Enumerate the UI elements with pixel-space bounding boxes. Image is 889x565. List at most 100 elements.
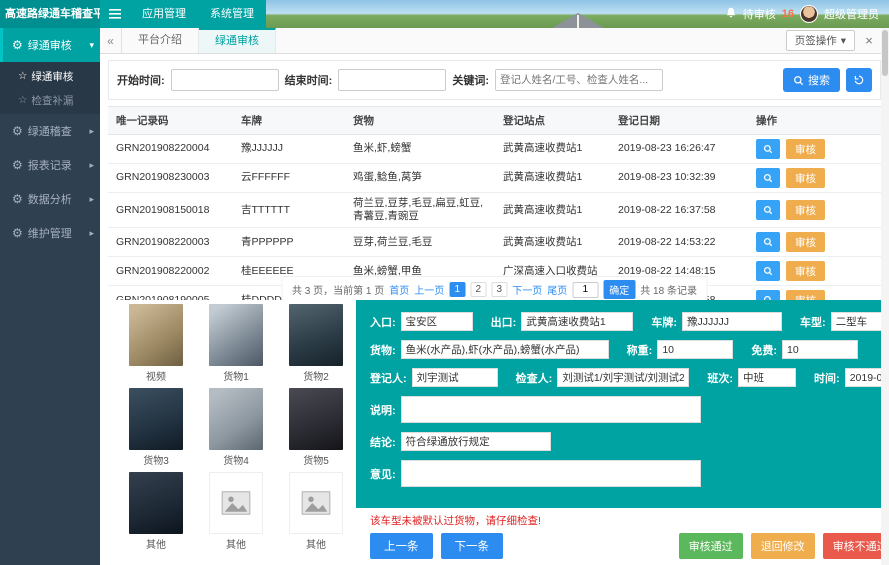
- scrollbar-thumb[interactable]: [882, 30, 888, 76]
- return-modify-button[interactable]: 退回修改: [750, 533, 815, 559]
- cell-record-code: GRN201908230003: [108, 163, 233, 193]
- cell-record-code: GRN201908220003: [108, 227, 233, 258]
- image-placeholder-icon[interactable]: [209, 472, 263, 534]
- exit-field[interactable]: [521, 312, 634, 331]
- image-placeholder-icon[interactable]: [289, 472, 343, 534]
- sidebar-item-green-inspect[interactable]: ⚙ 绿通稽查 ▸: [0, 114, 100, 148]
- entrance-field[interactable]: [400, 312, 473, 331]
- sidebar-item-label: 数据分析: [27, 194, 72, 206]
- weight-field[interactable]: [657, 340, 734, 359]
- submenu-item-label: 检查补漏: [31, 94, 74, 107]
- keyword-input[interactable]: [495, 69, 664, 91]
- bell-icon[interactable]: [725, 7, 737, 22]
- tab-green-review[interactable]: 绿通审核: [199, 28, 276, 53]
- goods-photo-thumbnail[interactable]: [129, 388, 183, 450]
- review-button[interactable]: 审核: [786, 200, 825, 221]
- registrar-field[interactable]: [411, 368, 498, 387]
- goto-page-input[interactable]: [572, 281, 599, 298]
- review-button[interactable]: 审核: [786, 232, 825, 253]
- next-page-link[interactable]: 下一页: [512, 282, 542, 297]
- view-record-button[interactable]: [756, 168, 780, 188]
- vertical-scrollbar[interactable]: [881, 28, 889, 565]
- col-goods: 货物: [345, 106, 495, 135]
- pending-review-label[interactable]: 待审核: [743, 6, 776, 22]
- cell-goods: 荷兰豆,豆芽,毛豆,扁豆,虹豆,青薯豆,青豌豆: [345, 192, 495, 229]
- page-2-button[interactable]: 2: [470, 282, 487, 297]
- pending-count-badge: 16: [781, 8, 794, 20]
- shift-field[interactable]: [738, 368, 797, 387]
- shift-label: 班次:: [707, 372, 734, 385]
- conclusion-field[interactable]: [400, 432, 551, 451]
- goods-field[interactable]: [400, 340, 609, 359]
- record-detail-section: 视频 货物1 货物2 货物3 货物4 货物5 其他 其他 其他 入口: 宝安区 …: [100, 300, 889, 565]
- caret-right-icon: ▸: [89, 227, 94, 238]
- thumbnail-label: 货物4: [223, 456, 249, 467]
- approve-button[interactable]: 审核通过: [678, 533, 743, 559]
- view-record-button[interactable]: [756, 200, 780, 221]
- tab-close-icon[interactable]: ×: [859, 31, 879, 51]
- gear-icon: ⚙: [12, 158, 23, 172]
- page-ops-dropdown[interactable]: 页签操作 ▾: [785, 30, 855, 51]
- goods-photo-thumbnail[interactable]: [209, 304, 263, 366]
- submenu-item-check-fill[interactable]: ☆ 检查补漏: [0, 88, 100, 112]
- user-role-label[interactable]: 超级管理员: [824, 6, 879, 22]
- sidebar-item-green-review[interactable]: ⚙ 绿通审核 ▾: [0, 28, 100, 62]
- last-page-link[interactable]: 尾页: [547, 282, 567, 297]
- row-actions: 审核: [756, 168, 873, 188]
- tab-platform-intro[interactable]: 平台介绍: [122, 28, 199, 53]
- prev-record-button[interactable]: 上一条: [370, 533, 433, 559]
- prev-page-link[interactable]: 上一页: [414, 282, 444, 297]
- page-1-button[interactable]: 1: [449, 282, 466, 297]
- start-time-input[interactable]: [170, 69, 279, 91]
- review-button[interactable]: 审核: [786, 261, 825, 282]
- free-label: 免费:: [751, 344, 778, 357]
- free-field[interactable]: [782, 340, 859, 359]
- hamburger-menu-icon[interactable]: [100, 0, 130, 28]
- next-record-button[interactable]: 下一条: [440, 533, 503, 559]
- detail-form: 入口: 出口: 车牌: 车型: 货物:: [356, 300, 889, 508]
- goto-confirm-button[interactable]: 确定: [603, 280, 636, 299]
- sidebar-item-maintenance[interactable]: ⚙ 维护管理 ▸: [0, 216, 100, 250]
- table-row[interactable]: GRN201908220003 青PPPPPP 豆芽,荷兰豆,毛豆 武黄高速收费…: [108, 227, 881, 258]
- caret-right-icon: ▸: [89, 193, 94, 204]
- col-actions: 操作: [748, 106, 881, 135]
- sidebar-item-report-records[interactable]: ⚙ 报表记录 ▸: [0, 148, 100, 182]
- form-row: 结论:: [370, 432, 889, 451]
- start-time-label: 开始时间:: [117, 75, 165, 87]
- page-3-button[interactable]: 3: [491, 282, 508, 297]
- gallery-item: 货物5: [276, 388, 356, 467]
- search-button[interactable]: 搜索: [783, 68, 840, 92]
- gallery-item: 其他: [116, 472, 196, 551]
- note-textarea[interactable]: [400, 396, 701, 423]
- goods-photo-thumbnail[interactable]: [289, 304, 343, 366]
- review-button[interactable]: 审核: [786, 139, 825, 159]
- goods-photo-thumbnail[interactable]: [289, 388, 343, 450]
- goods-photo-thumbnail[interactable]: [209, 388, 263, 450]
- nav-item-app-management[interactable]: 应用管理: [130, 0, 198, 28]
- sidebar-item-label: 绿通审核: [27, 40, 72, 52]
- sidebar-item-label: 报表记录: [27, 160, 72, 172]
- reject-button[interactable]: 审核不通过: [822, 533, 889, 559]
- other-photo-thumbnail[interactable]: [129, 472, 183, 534]
- video-thumbnail[interactable]: [129, 304, 183, 366]
- tabs-collapse-button[interactable]: «: [100, 28, 122, 53]
- sidebar-item-data-analysis[interactable]: ⚙ 数据分析 ▸: [0, 182, 100, 216]
- first-page-link[interactable]: 首页: [389, 282, 409, 297]
- nav-item-system-management[interactable]: 系统管理: [198, 0, 266, 28]
- submenu-item-green-review[interactable]: ☆ 绿通审核: [0, 64, 100, 88]
- table-row[interactable]: GRN201908220004 豫JJJJJJ 鱼米,虾,螃蟹 武黄高速收费站1…: [108, 134, 881, 164]
- opinion-textarea[interactable]: [400, 460, 701, 487]
- inspector-field[interactable]: [557, 368, 690, 387]
- view-record-button[interactable]: [756, 261, 780, 282]
- refresh-button[interactable]: [846, 68, 872, 92]
- review-button[interactable]: 审核: [786, 168, 825, 188]
- table-row[interactable]: GRN201908150018 吉TTTTTT 荷兰豆,豆芽,毛豆,扁豆,虹豆,…: [108, 192, 881, 229]
- view-record-button[interactable]: [756, 232, 780, 253]
- table-row[interactable]: GRN201908230003 云FFFFFF 鸡蛋,鲶鱼,莴笋 武黄高速收费站…: [108, 163, 881, 193]
- end-time-input[interactable]: [338, 69, 447, 91]
- view-record-button[interactable]: [756, 139, 780, 159]
- conclusion-label: 结论:: [370, 436, 396, 449]
- plate-field[interactable]: [682, 312, 783, 331]
- plate-label: 车牌:: [651, 316, 678, 329]
- user-avatar[interactable]: [800, 5, 818, 23]
